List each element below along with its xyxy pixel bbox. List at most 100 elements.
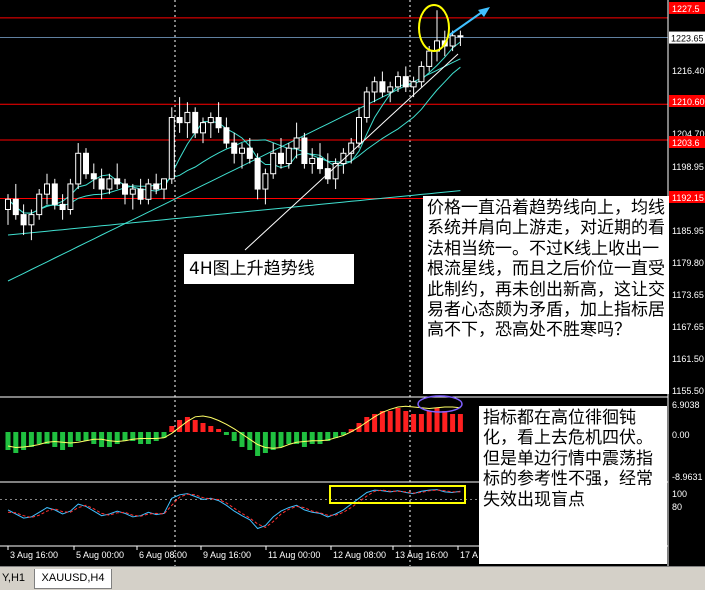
candle-body <box>137 188 144 200</box>
candle-body <box>129 188 136 195</box>
macd-bar <box>60 432 66 450</box>
candle-body <box>59 203 66 210</box>
macd-bar <box>192 420 198 432</box>
candle-body <box>90 173 97 180</box>
macd-bar <box>231 432 237 441</box>
candle-body <box>246 147 253 159</box>
candle-body <box>293 137 300 149</box>
macd-bar <box>403 411 409 432</box>
analysis-note-indicators: 指标都在高位徘徊钝化，看上去危机四伏。 但是单边行情中震荡指标的参考性不强，经常… <box>479 406 667 564</box>
macd-bar <box>5 432 11 450</box>
candle-body <box>207 117 214 124</box>
macd-bar <box>309 432 315 444</box>
macd-bar <box>75 432 81 441</box>
candle-body <box>83 152 89 175</box>
analysis-note-main: 价格一直沿着趋势线向上，均线系统并肩向上游走，对近期的看法相当统一。不过K线上收… <box>423 196 669 394</box>
macd-bar <box>457 414 463 432</box>
macd-bar <box>200 423 206 432</box>
macd-tick-label: -8.9631 <box>672 472 703 482</box>
macd-bar <box>426 411 432 432</box>
price-tick-label: 1216.40 <box>672 66 705 76</box>
macd-bar <box>122 432 128 441</box>
time-tick-label: 9 Aug 16:00 <box>203 550 251 560</box>
time-tick-label: 17 A <box>460 550 478 560</box>
candle-body <box>67 183 74 210</box>
candle-body <box>262 173 269 190</box>
candle-body <box>449 35 456 47</box>
macd-bar <box>91 432 97 444</box>
candle-body <box>410 81 417 88</box>
candle-body <box>278 152 284 165</box>
time-tick-label: 13 Aug 16:00 <box>395 550 448 560</box>
macd-bar <box>379 411 385 432</box>
candle-body <box>356 117 362 144</box>
macd-bar <box>83 432 89 441</box>
candle-body <box>114 178 121 185</box>
price-tick-label: 1161.50 <box>672 354 704 364</box>
indicator-note-2: 但是单边行情中震荡指标的参考性不强，经常失效出现盲点 <box>483 448 653 510</box>
candle-body <box>28 214 35 226</box>
candle-body <box>239 147 245 154</box>
price-tick-label: 1210.60 <box>672 97 705 107</box>
time-tick-label: 3 Aug 16:00 <box>10 550 58 560</box>
macd-bar <box>387 411 393 432</box>
candle-body <box>418 65 425 83</box>
macd-bar <box>442 411 448 432</box>
trendline-label: 4H图上升趋势线 <box>184 254 354 284</box>
macd-bar <box>301 432 307 447</box>
macd-bar <box>106 432 112 447</box>
candle-body <box>363 91 370 119</box>
macd-bar <box>223 432 229 435</box>
price-tick-label: 1198.95 <box>672 162 704 172</box>
tab-previous-chart[interactable]: Y,H1 <box>0 569 30 588</box>
candle-body <box>285 147 292 165</box>
macd-bar <box>364 417 370 432</box>
macd-bar <box>216 429 222 432</box>
candle <box>168 107 175 184</box>
candle-body <box>387 86 394 93</box>
price-tick-label: 1179.80 <box>672 258 704 268</box>
candle-body <box>20 214 27 226</box>
macd-bar <box>278 432 284 447</box>
macd-bar <box>270 432 276 450</box>
candle-body <box>145 183 152 200</box>
candle-body <box>168 117 175 180</box>
macd-bar <box>208 426 214 432</box>
macd-bar <box>28 432 34 447</box>
candle-body <box>426 50 433 67</box>
candle-body <box>122 183 128 195</box>
price-tick-label: 1155.50 <box>672 386 704 396</box>
price-tick-label: 1185.95 <box>672 226 704 236</box>
candle-body <box>332 163 339 180</box>
price-tick-label: 1173.65 <box>672 290 704 300</box>
candle-body <box>231 142 238 154</box>
oscillator-tick-label: 80 <box>672 502 682 512</box>
candle-body <box>301 137 308 165</box>
time-tick-label: 11 Aug 00:00 <box>268 550 320 560</box>
candle-body <box>161 178 167 190</box>
candle <box>301 132 308 169</box>
macd-bar <box>52 432 58 447</box>
candle-body <box>215 117 222 129</box>
price-tick-label: 1167.65 <box>672 322 704 332</box>
macd-bar <box>153 432 159 441</box>
macd-bar <box>450 414 456 432</box>
indicator-note-1: 指标都在高位徘徊钝化，看上去危机四伏。 <box>483 408 653 449</box>
macd-bar <box>317 432 323 444</box>
candle-body <box>192 111 199 134</box>
macd-bar <box>13 432 19 453</box>
candle-body <box>98 178 105 190</box>
candle-body <box>254 157 261 190</box>
tab-xauusd-h4[interactable]: XAUUSD,H4 <box>34 569 112 589</box>
candle-body <box>223 127 230 144</box>
candle-body <box>402 76 409 88</box>
candle-body <box>51 183 58 205</box>
time-tick-label: 5 Aug 00:00 <box>76 550 124 560</box>
candle-body <box>36 193 43 216</box>
candle-body <box>379 81 386 93</box>
macd-tick-label: 0.00 <box>672 430 690 440</box>
candle-body <box>270 152 277 175</box>
candle-body <box>317 157 323 170</box>
candle <box>363 86 370 123</box>
macd-bar <box>286 432 292 444</box>
